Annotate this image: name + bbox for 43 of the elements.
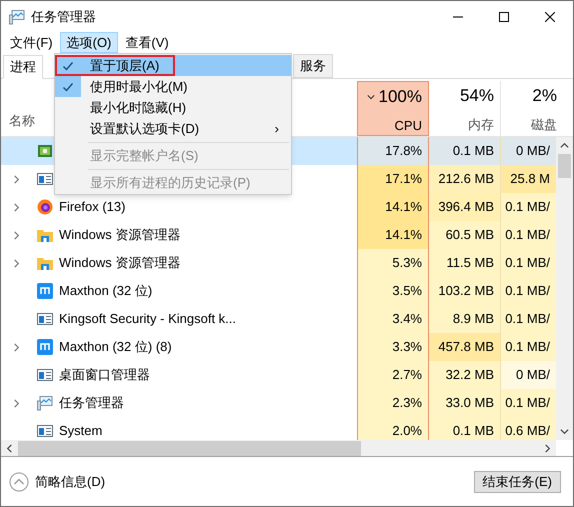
table-cell: 0 MB/ <box>501 137 556 165</box>
process-name: 桌面窗口管理器 <box>59 366 150 384</box>
table-cell: 33.0 MB <box>429 389 501 417</box>
process-name: Maxthon (32 位) <box>59 282 152 300</box>
table-cell: 3.3% <box>357 333 429 361</box>
table-cell: 11.5 MB <box>429 249 501 277</box>
table-cell: 0.1 MB/ <box>501 193 556 221</box>
process-name: Windows 资源管理器 <box>59 254 180 272</box>
table-cell: 103.2 MB <box>429 277 501 305</box>
table-cell: 396.4 MB <box>429 193 501 221</box>
table-cell: 32.2 MB <box>429 361 501 389</box>
table-cell: 2.7% <box>357 361 429 389</box>
table-cell: 2.3% <box>357 389 429 417</box>
table-cell: 0.1 MB/ <box>501 249 556 277</box>
table-cell: 0.1 MB/ <box>501 277 556 305</box>
table-cell: 14.1% <box>357 193 429 221</box>
table-cell: 3.4% <box>357 305 429 333</box>
table-cell: 60.5 MB <box>429 221 501 249</box>
process-name: System <box>59 422 102 440</box>
table-cell: 5.3% <box>357 249 429 277</box>
table-cell: 0.1 MB <box>429 137 501 165</box>
table-cell: 25.8 M <box>501 165 556 193</box>
process-name: Windows 资源管理器 <box>59 226 180 244</box>
window-title: 任务管理器 <box>31 8 96 26</box>
table-cell: 212.6 MB <box>429 165 501 193</box>
table-cell: 457.8 MB <box>429 333 501 361</box>
table-cell: 17.1% <box>357 165 429 193</box>
table-cell: 17.8% <box>357 137 429 165</box>
table-cell: 0.6 MB/ <box>501 417 556 440</box>
table-cell: 0.1 MB/ <box>501 221 556 249</box>
table-cell: 0 MB/ <box>501 361 556 389</box>
table-cell: 3.5% <box>357 277 429 305</box>
process-name: Maxthon (32 位) (8) <box>59 338 172 356</box>
process-name: 任务管理器 <box>59 394 124 412</box>
table-cell: 0.1 MB/ <box>501 305 556 333</box>
table-cell: 8.9 MB <box>429 305 501 333</box>
table-cell: 2.0% <box>357 417 429 440</box>
process-name: Firefox (13) <box>59 198 126 216</box>
process-name: Kingsoft Security - Kingsoft k... <box>59 310 236 328</box>
table-cell: 0.1 MB <box>429 417 501 440</box>
table-cell: 14.1% <box>357 221 429 249</box>
table-cell: 0.1 MB/ <box>501 389 556 417</box>
table-cell: 0.1 MB/ <box>501 333 556 361</box>
